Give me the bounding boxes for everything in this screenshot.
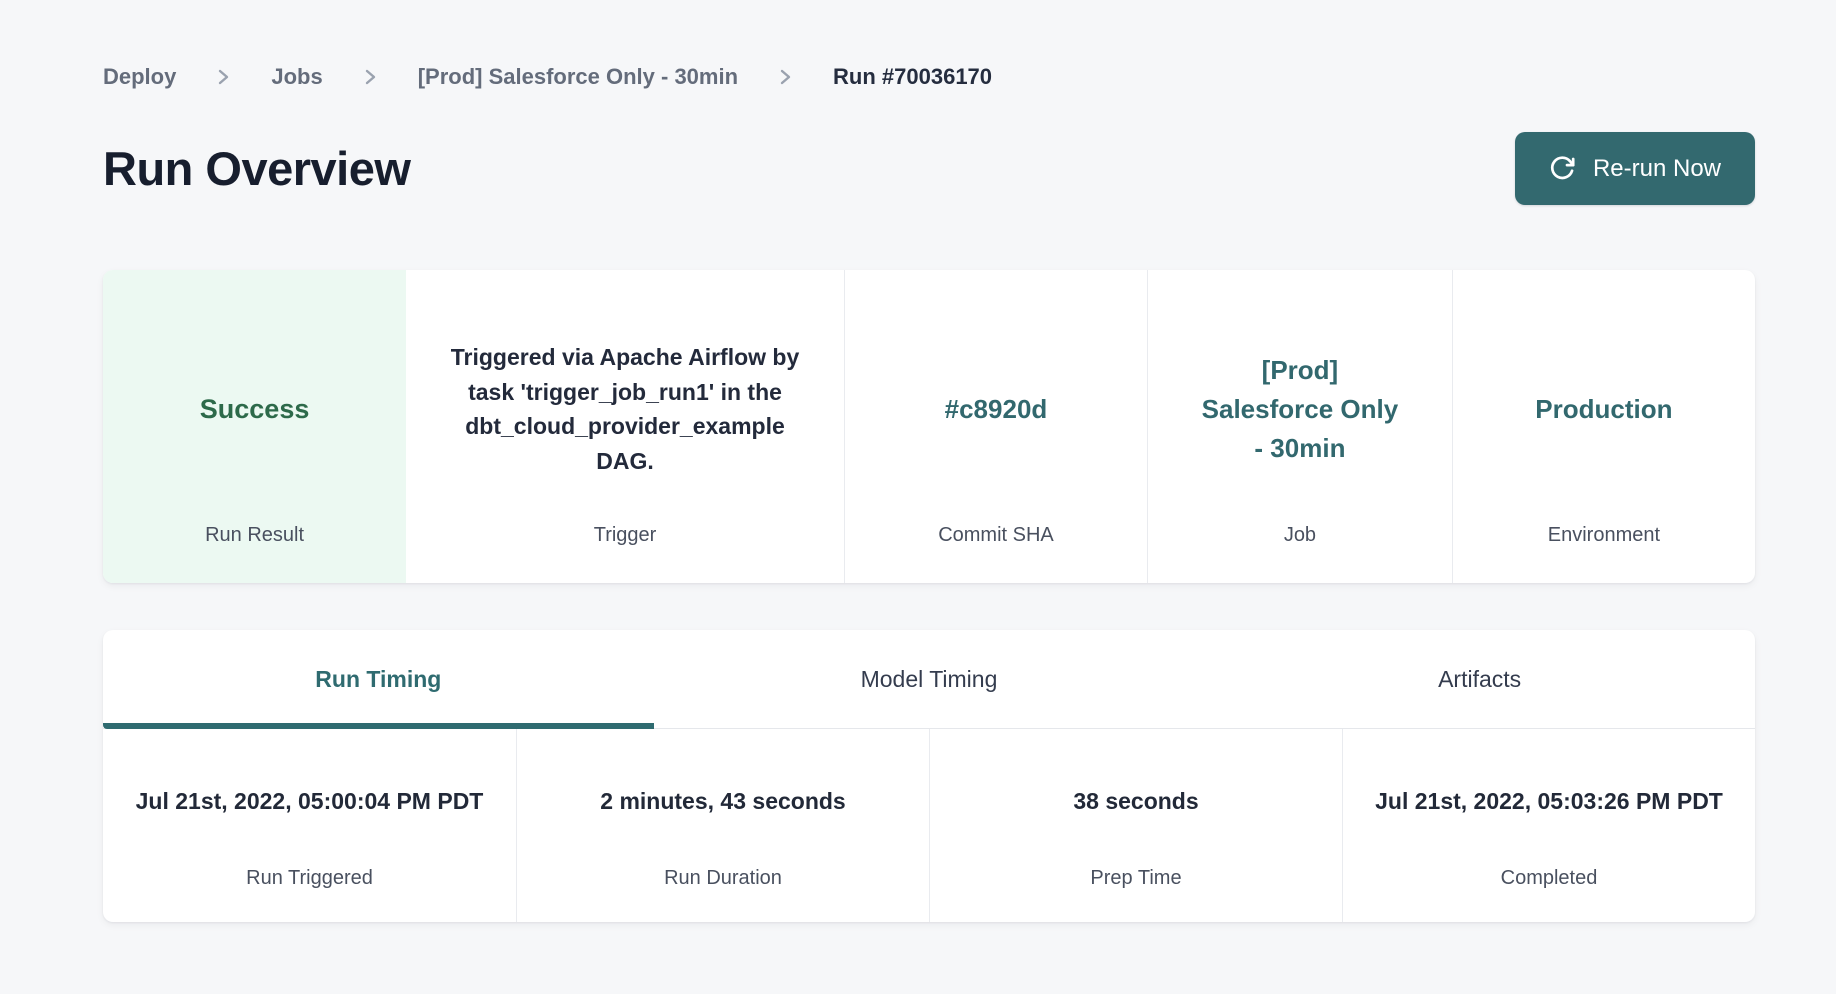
run-result-card: Success Run Result [103, 270, 406, 583]
job-link[interactable]: [Prod] Salesforce Only - 30min [1194, 351, 1406, 468]
job-card: [Prod] Salesforce Only - 30min Job [1147, 270, 1452, 583]
trigger-value: Triggered via Apache Airflow by task 'tr… [445, 340, 805, 478]
rerun-now-button[interactable]: Re-run Now [1515, 132, 1755, 205]
run-duration-card: 2 minutes, 43 seconds Run Duration [516, 729, 929, 922]
run-triggered-label: Run Triggered [246, 867, 373, 890]
environment-card: Production Environment [1452, 270, 1755, 583]
run-overview-page: Deploy Jobs [Prod] Salesforce Only - 30m… [103, 0, 1755, 922]
completed-value: Jul 21st, 2022, 05:03:26 PM PDT [1375, 784, 1723, 819]
commit-sha-link[interactable]: #c8920d [945, 390, 1048, 429]
run-result-label: Run Result [205, 524, 304, 547]
run-summary-cards: Success Run Result Triggered via Apache … [103, 270, 1755, 583]
chevron-right-icon [216, 66, 231, 88]
run-timing-cards: Jul 21st, 2022, 05:00:04 PM PDT Run Trig… [103, 729, 1755, 922]
chevron-right-icon [363, 66, 378, 88]
prep-time-card: 38 seconds Prep Time [929, 729, 1342, 922]
breadcrumb-item-job-name[interactable]: [Prod] Salesforce Only - 30min [418, 64, 738, 90]
breadcrumb: Deploy Jobs [Prod] Salesforce Only - 30m… [103, 0, 1755, 90]
completed-label: Completed [1501, 867, 1598, 890]
rerun-button-label: Re-run Now [1593, 155, 1721, 183]
environment-link[interactable]: Production [1535, 390, 1672, 429]
run-duration-label: Run Duration [664, 867, 782, 890]
job-label: Job [1284, 524, 1316, 547]
run-duration-value: 2 minutes, 43 seconds [600, 784, 845, 819]
page-title: Run Overview [103, 141, 410, 196]
commit-sha-card: #c8920d Commit SHA [844, 270, 1147, 583]
trigger-card: Triggered via Apache Airflow by task 'tr… [406, 270, 844, 583]
breadcrumb-item-run-number: Run #70036170 [833, 64, 992, 90]
breadcrumb-item-jobs[interactable]: Jobs [271, 64, 322, 90]
completed-card: Jul 21st, 2022, 05:03:26 PM PDT Complete… [1342, 729, 1755, 922]
tab-run-timing[interactable]: Run Timing [103, 630, 654, 728]
run-triggered-value: Jul 21st, 2022, 05:00:04 PM PDT [136, 784, 484, 819]
breadcrumb-item-deploy[interactable]: Deploy [103, 64, 176, 90]
tab-model-timing[interactable]: Model Timing [654, 630, 1205, 728]
tab-bar: Run Timing Model Timing Artifacts [103, 630, 1755, 729]
page-header: Run Overview Re-run Now [103, 132, 1755, 205]
prep-time-value: 38 seconds [1073, 784, 1198, 819]
refresh-cw-icon [1549, 155, 1576, 182]
chevron-right-icon [778, 66, 793, 88]
run-triggered-card: Jul 21st, 2022, 05:00:04 PM PDT Run Trig… [103, 729, 516, 922]
run-result-value: Success [200, 389, 310, 430]
tab-artifacts[interactable]: Artifacts [1204, 630, 1755, 728]
trigger-label: Trigger [594, 524, 657, 547]
environment-label: Environment [1548, 524, 1660, 547]
run-details-panel: Run Timing Model Timing Artifacts Jul 21… [103, 630, 1755, 922]
prep-time-label: Prep Time [1090, 867, 1181, 890]
commit-sha-label: Commit SHA [938, 524, 1054, 547]
